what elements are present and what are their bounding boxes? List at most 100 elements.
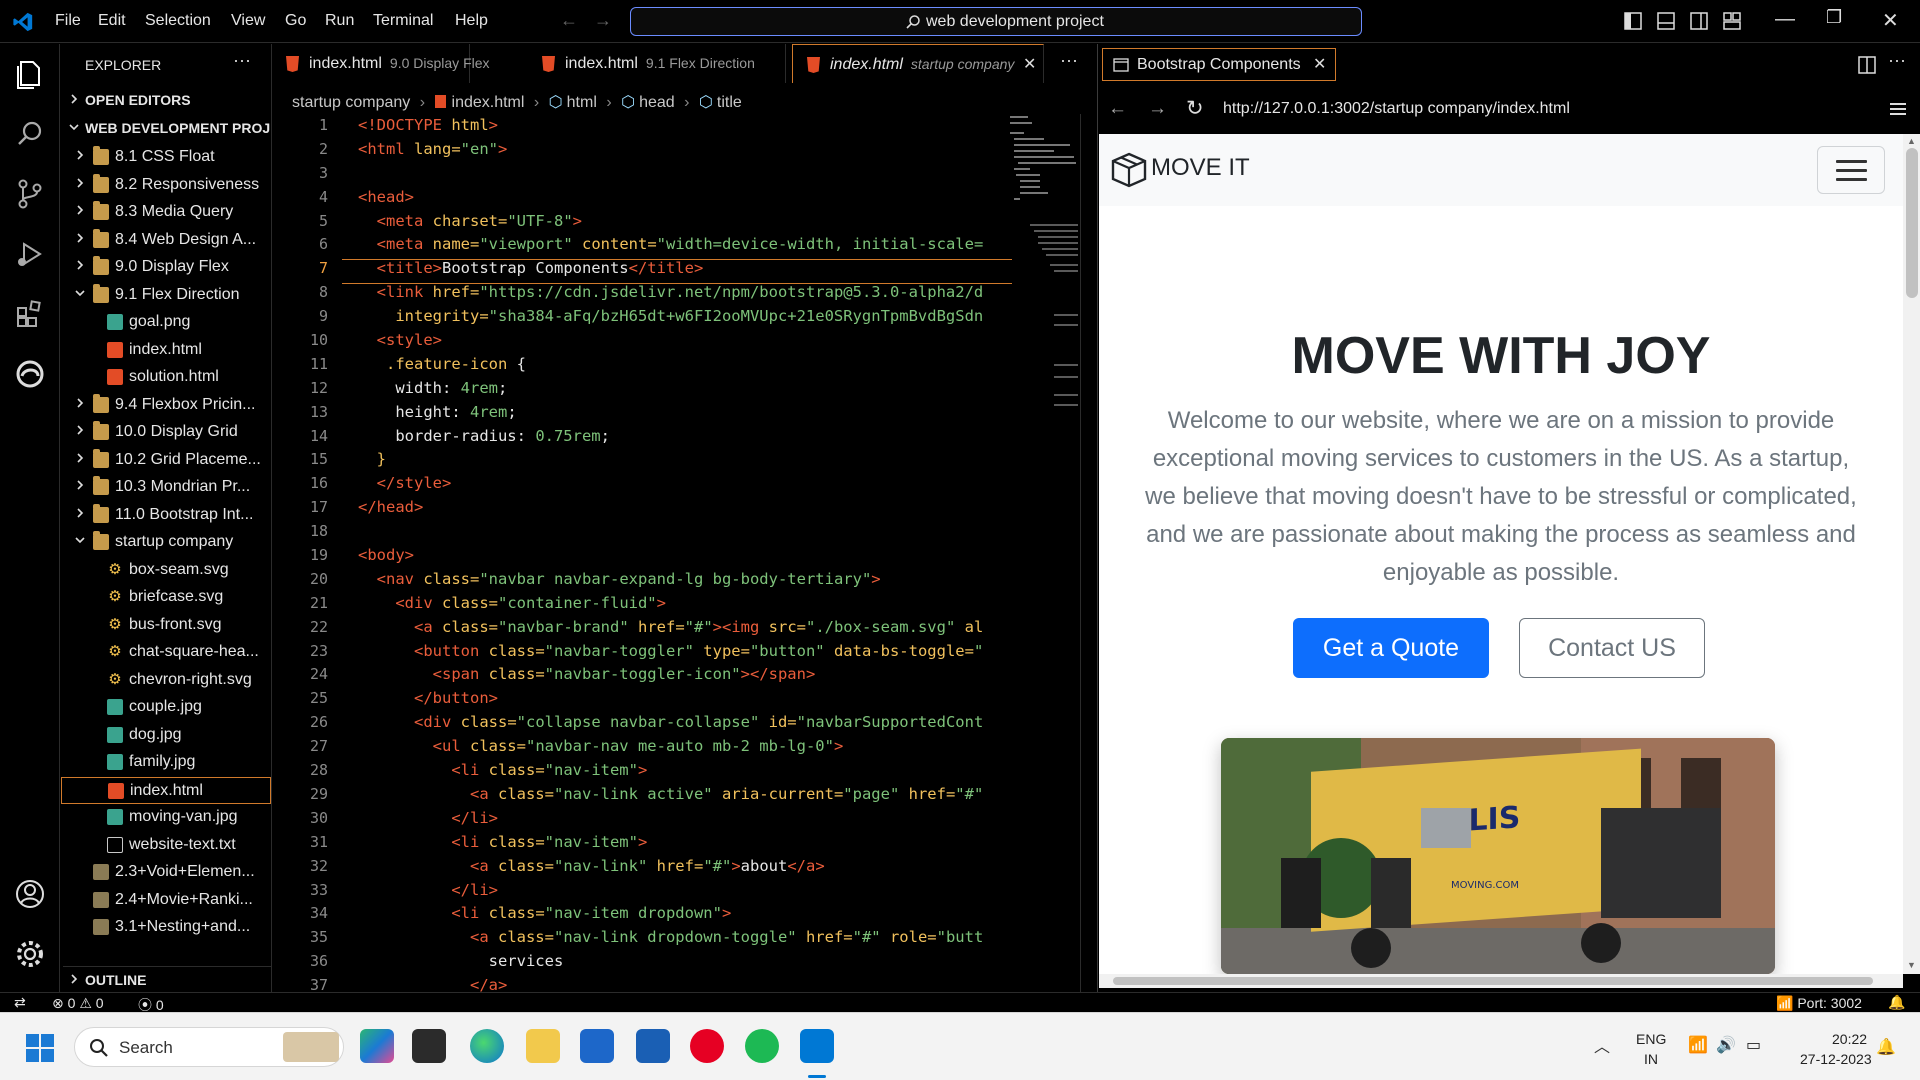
problems-indicator[interactable]: ⊗ 0 ⚠ 0 — [52, 995, 104, 1012]
wifi-icon[interactable]: 📶 — [1688, 1035, 1708, 1055]
customize-layout-icon[interactable] — [1723, 12, 1741, 30]
minimap[interactable] — [1010, 114, 1080, 494]
url-input[interactable]: http://127.0.0.1:3002/startup company/in… — [1223, 100, 1570, 118]
reload-icon[interactable]: ↻ — [1186, 96, 1204, 121]
get-quote-button[interactable]: Get a Quote — [1293, 618, 1489, 678]
edge-browser-icon[interactable] — [470, 1029, 504, 1063]
minimize-icon[interactable]: — — [1775, 8, 1795, 31]
menu-edit[interactable]: Edit — [98, 12, 126, 30]
forward-arrow-icon[interactable]: → — [594, 10, 612, 31]
tree-file[interactable]: index.html — [61, 776, 271, 804]
forward-arrow-icon[interactable]: → — [1148, 98, 1167, 120]
search-icon[interactable] — [12, 116, 48, 152]
tree-folder[interactable]: 10.0 Display Grid — [61, 419, 271, 446]
tree-folder[interactable]: 8.2 Responsiveness — [61, 172, 271, 199]
code-area[interactable]: <!DOCTYPE html> <html lang="en"> <head> <m… — [358, 114, 1002, 998]
tree-folder[interactable]: 9.1 Flex Direction — [61, 282, 271, 309]
more-actions-icon[interactable]: ··· — [233, 50, 251, 71]
remote-icon[interactable]: ⇄ — [14, 994, 26, 1011]
clock-time[interactable]: 20:22 — [1832, 1031, 1867, 1047]
menu-go[interactable]: Go — [285, 12, 306, 30]
tree-file[interactable]: 3.1+Nesting+and... — [61, 914, 271, 941]
editor-scrollbar[interactable] — [1080, 114, 1094, 992]
close-window-icon[interactable]: ✕ — [1882, 8, 1899, 33]
myhp-icon[interactable] — [636, 1029, 670, 1063]
tree-file[interactable]: ⚙ chat-square-hea... — [61, 639, 271, 666]
accounts-icon[interactable] — [12, 876, 48, 912]
tree-folder[interactable]: 9.4 Flexbox Pricin... — [61, 392, 271, 419]
microsoft-store-icon[interactable] — [580, 1029, 614, 1063]
page-horizontal-scrollbar[interactable] — [1099, 974, 1903, 988]
pinterest-icon[interactable] — [690, 1029, 724, 1063]
page-vertical-scrollbar[interactable]: ▲ ▼ — [1903, 134, 1920, 974]
scrollbar-thumb[interactable] — [1906, 148, 1918, 298]
tree-file[interactable]: index.html — [61, 337, 271, 364]
edge-devtools-icon[interactable] — [12, 356, 48, 392]
live-server-port[interactable]: 📶 Port: 3002 — [1776, 995, 1862, 1012]
menu-icon[interactable] — [1890, 102, 1906, 116]
editor-more-actions-icon[interactable]: ··· — [1060, 50, 1078, 71]
tree-file[interactable]: ⚙ chevron-right.svg — [61, 667, 271, 694]
run-debug-icon[interactable] — [12, 236, 48, 272]
tree-file[interactable]: ⚙ briefcase.svg — [61, 584, 271, 611]
command-center-search[interactable]: web development project — [630, 7, 1362, 36]
tree-file[interactable]: dog.jpg — [61, 722, 271, 749]
tree-file[interactable]: family.jpg — [61, 749, 271, 776]
menu-selection[interactable]: Selection — [145, 12, 211, 30]
settings-gear-icon[interactable] — [12, 936, 48, 972]
restore-icon[interactable]: ❐ — [1826, 7, 1842, 28]
split-editor-icon[interactable] — [1858, 56, 1876, 74]
tab-index-display-flex[interactable]: index.html 9.0 Display Flex — [272, 44, 490, 83]
chevron-up-icon[interactable]: ︿ — [1594, 1033, 1610, 1057]
source-control-icon[interactable] — [12, 176, 48, 212]
workspace-section[interactable]: WEB DEVELOPMENT PROJ... — [61, 116, 271, 143]
copilot-app-icon[interactable] — [360, 1029, 394, 1063]
preview-more-actions-icon[interactable]: ··· — [1888, 50, 1906, 71]
extensions-icon[interactable] — [12, 296, 48, 332]
volume-icon[interactable]: 🔊 — [1716, 1035, 1736, 1055]
toggle-secondary-sidebar-icon[interactable] — [1690, 12, 1708, 30]
explorer-files-icon[interactable] — [12, 56, 48, 92]
tree-folder[interactable]: startup company — [61, 529, 271, 556]
tree-folder[interactable]: 8.1 CSS Float — [61, 144, 271, 171]
tree-file[interactable]: moving-van.jpg — [61, 804, 271, 831]
task-view-icon[interactable] — [412, 1029, 446, 1063]
tree-file[interactable]: solution.html — [61, 364, 271, 391]
tree-folder[interactable]: 11.0 Bootstrap Int... — [61, 502, 271, 529]
tree-file[interactable]: website-text.txt — [61, 832, 271, 859]
tree-folder[interactable]: 10.2 Grid Placeme... — [61, 447, 271, 474]
notification-icon[interactable]: 🔔 — [1876, 1037, 1896, 1057]
tab-index-startup-company[interactable]: index.html startup company ✕ — [792, 44, 1044, 83]
input-region[interactable]: IN — [1644, 1051, 1658, 1067]
back-arrow-icon[interactable]: ← — [1108, 98, 1127, 120]
outline-section[interactable]: OUTLINE — [61, 968, 271, 995]
input-language[interactable]: ENG — [1636, 1031, 1666, 1047]
tree-folder[interactable]: 10.3 Mondrian Pr... — [61, 474, 271, 501]
breadcrumb-html[interactable]: html — [567, 94, 597, 111]
back-arrow-icon[interactable]: ← — [560, 10, 578, 31]
navbar-toggler-button[interactable] — [1817, 146, 1885, 194]
navbar-brand[interactable]: MOVE IT — [1151, 154, 1250, 182]
file-explorer-icon[interactable] — [526, 1029, 560, 1063]
battery-icon[interactable]: ▭ — [1746, 1035, 1761, 1055]
open-editors-section[interactable]: OPEN EDITORS — [61, 88, 271, 115]
spotify-icon[interactable] — [745, 1029, 779, 1063]
close-tab-icon[interactable]: ✕ — [1023, 54, 1036, 74]
tree-file[interactable]: goal.png — [61, 309, 271, 336]
menu-file[interactable]: File — [55, 12, 81, 30]
tree-file[interactable]: couple.jpg — [61, 694, 271, 721]
tree-file[interactable]: 2.3+Void+Elemen... — [61, 859, 271, 886]
menu-view[interactable]: View — [231, 12, 265, 30]
tree-folder[interactable]: 8.4 Web Design A... — [61, 227, 271, 254]
close-tab-icon[interactable]: ✕ — [1313, 54, 1326, 74]
taskbar-search-box[interactable]: Search — [74, 1027, 344, 1067]
menu-help[interactable]: Help — [455, 12, 488, 30]
tree-folder[interactable]: 8.3 Media Query — [61, 199, 271, 226]
notifications-bell-icon[interactable]: 🔔 — [1888, 994, 1905, 1011]
toggle-panel-icon[interactable] — [1657, 12, 1675, 30]
menu-run[interactable]: Run — [325, 12, 354, 30]
tree-file[interactable]: ⚙ box-seam.svg — [61, 557, 271, 584]
breadcrumb-folder[interactable]: startup company — [292, 94, 410, 111]
breadcrumb-head[interactable]: head — [639, 94, 675, 111]
tab-index-flex-direction[interactable]: index.html 9.1 Flex Direction — [528, 44, 786, 83]
